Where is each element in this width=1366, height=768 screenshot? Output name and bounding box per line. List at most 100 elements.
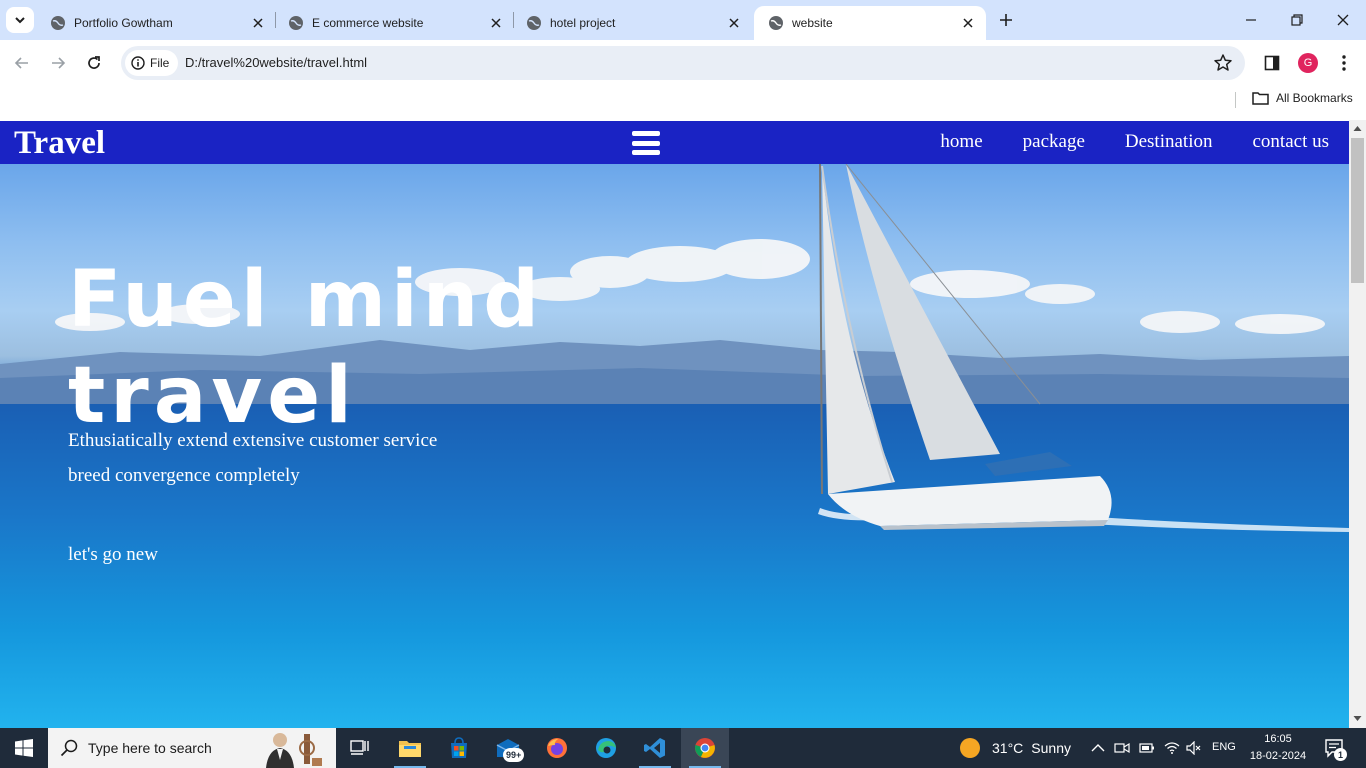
side-panel-button[interactable]: [1261, 52, 1283, 74]
close-icon[interactable]: [488, 15, 504, 31]
task-view-button[interactable]: [336, 728, 384, 768]
firefox-icon: [547, 738, 567, 758]
globe-icon: [51, 16, 65, 30]
tab-title: Portfolio Gowtham: [74, 16, 173, 30]
battery-icon[interactable]: [1139, 740, 1155, 756]
bookmarks-bar: All Bookmarks: [0, 86, 1366, 120]
minimize-icon: [1246, 19, 1256, 21]
search-icon: [60, 739, 78, 757]
vscode-icon: [644, 738, 665, 758]
file-explorer-app[interactable]: [386, 728, 434, 768]
notification-count-badge: 1: [1334, 748, 1347, 761]
minimize-button[interactable]: [1228, 0, 1274, 40]
new-tab-button[interactable]: [994, 8, 1018, 32]
globe-icon: [527, 16, 541, 30]
bookmark-star-icon[interactable]: [1213, 53, 1233, 73]
close-window-button[interactable]: [1320, 0, 1366, 40]
back-button[interactable]: [8, 49, 36, 77]
site-chip-label: File: [150, 56, 170, 70]
site-logo[interactable]: Travel: [14, 125, 105, 162]
hamburger-menu-icon[interactable]: [632, 131, 660, 155]
globe-icon: [289, 16, 303, 30]
hero-title-line-1: Fuel mind: [68, 255, 545, 345]
all-bookmarks-label: All Bookmarks: [1276, 91, 1353, 105]
browser-tab-strip: Portfolio Gowtham E commerce website hot…: [0, 0, 1366, 40]
tab-title: E commerce website: [312, 16, 424, 30]
scroll-down-arrow-icon[interactable]: [1353, 714, 1362, 723]
clock-date: 18-02-2024: [1249, 750, 1307, 762]
profile-avatar[interactable]: G: [1298, 53, 1318, 73]
address-bar[interactable]: File D:/travel%20website/travel.html: [121, 46, 1245, 80]
taskbar-search-placeholder: Type here to search: [88, 740, 212, 756]
hero-title: Fuel mind travel: [68, 252, 628, 444]
nav-links: home package Destination contact us: [900, 131, 1329, 153]
volume-muted-icon[interactable]: [1186, 740, 1202, 756]
vscode-app[interactable]: [631, 728, 679, 768]
taskbar-search-box[interactable]: Type here to search: [48, 728, 336, 768]
hero-subtitle-line-2: breed convergence completely: [68, 465, 300, 486]
chevron-down-icon: [15, 17, 25, 24]
clock-time: 16:05: [1264, 733, 1292, 745]
store-icon: [451, 737, 467, 758]
edge-icon: [596, 738, 616, 758]
close-icon[interactable]: [250, 15, 266, 31]
search-highlight-illustration-icon: [266, 733, 322, 768]
tab-title: website: [792, 16, 833, 30]
forward-button[interactable]: [44, 49, 72, 77]
tab-portfolio[interactable]: Portfolio Gowtham: [36, 6, 276, 40]
close-icon: [1337, 14, 1349, 26]
restore-button[interactable]: [1274, 0, 1320, 40]
tab-website[interactable]: website: [754, 6, 986, 40]
browser-toolbar: File D:/travel%20website/travel.html: [0, 40, 1366, 86]
weather-widget[interactable]: 31°C Sunny: [960, 728, 1071, 768]
nav-link-destination[interactable]: Destination: [1125, 131, 1213, 153]
plus-icon: [1000, 14, 1012, 26]
hero-subtitle-line-1: Ethusiatically extend extensive customer…: [68, 430, 438, 451]
hero-section: Fuel mind travel Ethusiatically extend e…: [0, 164, 1349, 728]
folder-icon: [1252, 92, 1269, 105]
hero-subtitle: Ethusiatically extend extensive customer…: [68, 423, 588, 493]
page-scrollbar[interactable]: [1349, 120, 1366, 728]
windows-logo-icon: [15, 739, 33, 757]
nav-link-package[interactable]: package: [1023, 131, 1085, 153]
input-language-indicator[interactable]: ENG: [1212, 741, 1236, 753]
nav-link-home[interactable]: home: [940, 131, 982, 153]
task-view-icon: [350, 740, 369, 755]
nav-link-contact[interactable]: contact us: [1252, 131, 1329, 153]
weather-temperature: 31°C: [992, 740, 1024, 756]
tab-hotel-project[interactable]: hotel project: [512, 6, 752, 40]
hero-cta-link[interactable]: let's go new: [68, 544, 158, 566]
restore-icon: [1291, 14, 1303, 26]
reload-button[interactable]: [80, 49, 108, 77]
tab-title: hotel project: [550, 16, 616, 30]
chrome-icon: [695, 738, 715, 758]
reload-icon: [88, 56, 100, 69]
site-info-chip[interactable]: File: [125, 50, 179, 76]
browser-menu-button[interactable]: [1333, 52, 1355, 74]
all-bookmarks-button[interactable]: All Bookmarks: [1252, 91, 1353, 105]
url-text[interactable]: D:/travel%20website/travel.html: [185, 55, 367, 70]
globe-icon: [769, 16, 783, 30]
scroll-up-arrow-icon[interactable]: [1353, 124, 1362, 133]
close-icon[interactable]: [960, 15, 976, 31]
arrow-left-icon: [14, 57, 28, 69]
start-button[interactable]: [0, 728, 48, 768]
info-icon: [131, 56, 145, 70]
scrollbar-thumb[interactable]: [1351, 138, 1364, 283]
taskbar-clock[interactable]: 16:05 18-02-2024: [1249, 731, 1307, 765]
sun-icon: [960, 738, 980, 758]
close-icon[interactable]: [726, 15, 742, 31]
wifi-icon[interactable]: [1164, 740, 1180, 756]
tab-search-button[interactable]: [6, 7, 34, 33]
show-hidden-icons-chevron-up-icon[interactable]: [1090, 740, 1106, 756]
edge-app[interactable]: [582, 728, 630, 768]
mail-unread-badge: 99+: [503, 748, 525, 762]
meet-now-icon[interactable]: [1114, 740, 1130, 756]
page-viewport: Travel home package Destination contact …: [0, 120, 1349, 728]
firefox-app[interactable]: [533, 728, 581, 768]
chrome-app[interactable]: [681, 728, 729, 768]
microsoft-store-app[interactable]: [435, 728, 483, 768]
tab-ecommerce[interactable]: E commerce website: [274, 6, 514, 40]
site-navbar: Travel home package Destination contact …: [0, 121, 1349, 164]
folder-icon: [399, 741, 421, 757]
